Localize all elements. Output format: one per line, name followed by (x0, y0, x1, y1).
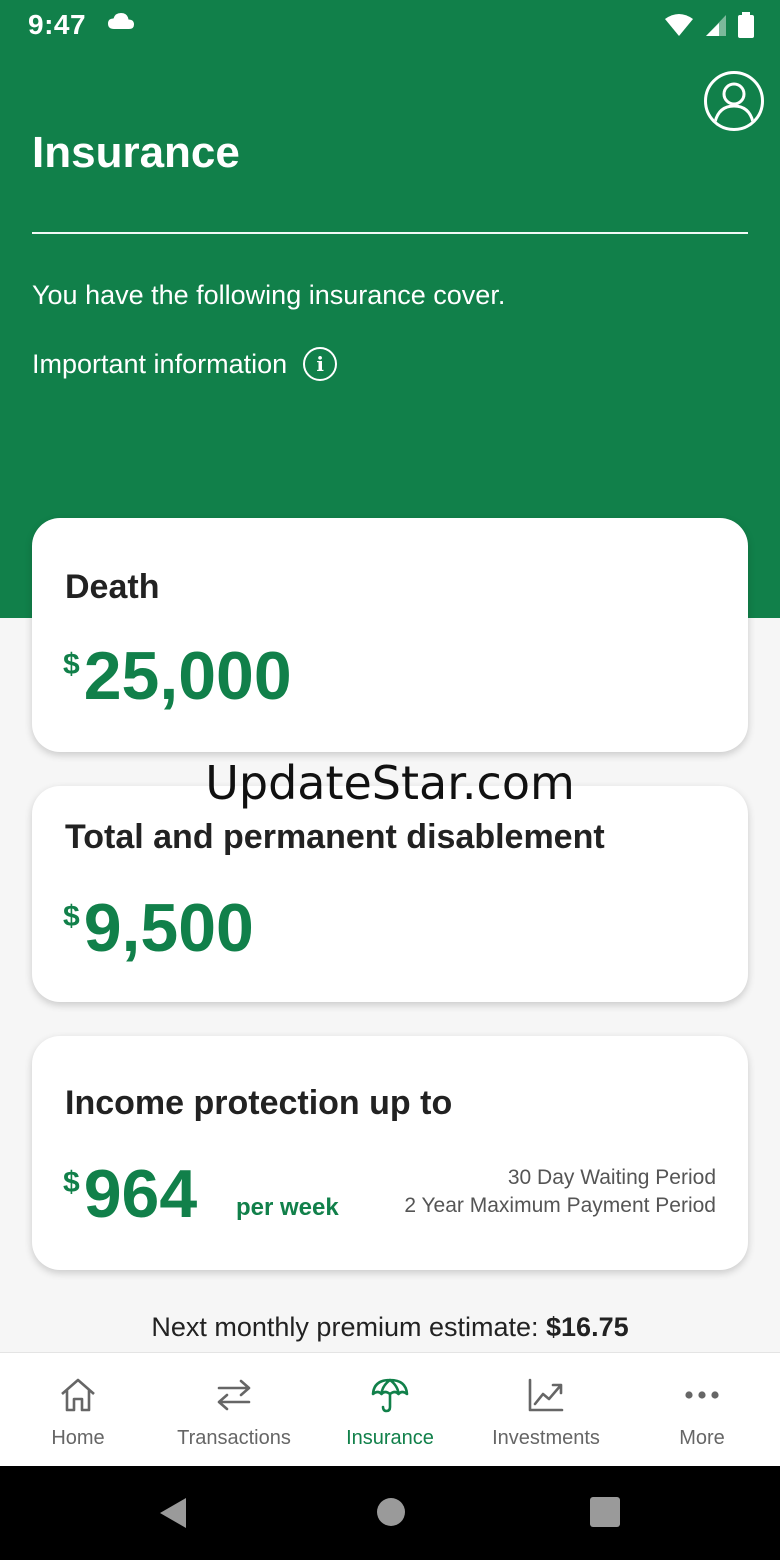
income-protection-card[interactable]: Income protection up to $ 964 per week 3… (32, 1036, 748, 1270)
tpd-cover-card[interactable]: Total and permanent disablement $ 9,500 (32, 786, 748, 1002)
premium-value: $16.75 (546, 1312, 629, 1342)
battery-icon (738, 12, 754, 43)
info-icon: i (303, 347, 338, 381)
important-information-label: Important information (32, 348, 288, 379)
cloud-icon (106, 11, 136, 36)
maximum-payment-period: 2 Year Maximum Payment Period (404, 1194, 716, 1217)
currency-symbol: $ (63, 1166, 80, 1199)
system-home-icon[interactable] (376, 1497, 406, 1527)
umbrella-icon (370, 1375, 410, 1415)
nav-label: Insurance (346, 1427, 434, 1449)
nav-label: Home (51, 1427, 105, 1449)
nav-item-more[interactable]: More (624, 1353, 780, 1467)
amount-value: 9,500 (83, 890, 254, 966)
status-bar: 9:47 (0, 0, 780, 50)
death-cover-title: Death (65, 568, 160, 606)
death-cover-card[interactable]: Death $ 25,000 (32, 518, 748, 752)
premium-estimate: Next monthly premium estimate: $16.75 (0, 1312, 780, 1343)
cellular-signal-icon (704, 13, 728, 42)
income-protection-amount: $ 964 (63, 1160, 197, 1228)
per-week-label: per week (236, 1194, 339, 1221)
user-icon (713, 82, 755, 123)
important-information-link[interactable]: Important information i (32, 347, 338, 381)
nav-label: Investments (492, 1427, 600, 1449)
nav-label: Transactions (177, 1427, 291, 1449)
nav-item-insurance[interactable]: Insurance (312, 1353, 468, 1467)
more-dots-icon (682, 1375, 722, 1415)
tpd-cover-title: Total and permanent disablement (65, 818, 605, 856)
premium-label: Next monthly premium estimate: (151, 1312, 539, 1342)
page-title: Insurance (32, 128, 240, 177)
bottom-navigation: Home Transactions Insurance Investments … (0, 1352, 780, 1466)
nav-item-home[interactable]: Home (0, 1353, 156, 1467)
status-time: 9:47 (28, 9, 87, 40)
income-protection-title: Income protection up to (65, 1084, 453, 1122)
page-subtitle: You have the following insurance cover. (32, 280, 506, 310)
currency-symbol: $ (63, 648, 80, 681)
amount-value: 964 (83, 1156, 198, 1232)
home-icon (58, 1375, 98, 1415)
line-chart-icon (526, 1375, 566, 1415)
profile-button[interactable] (704, 71, 764, 131)
income-protection-details: 30 Day Waiting Period 2 Year Maximum Pay… (404, 1164, 716, 1220)
watermark: UpdateStar.com (205, 756, 575, 810)
recents-icon[interactable] (590, 1497, 620, 1527)
wifi-icon (664, 13, 694, 42)
currency-symbol: $ (63, 900, 80, 933)
death-cover-amount: $ 25,000 (63, 642, 292, 710)
nav-item-transactions[interactable]: Transactions (156, 1353, 312, 1467)
nav-item-investments[interactable]: Investments (468, 1353, 624, 1467)
transfer-arrows-icon (214, 1375, 254, 1415)
nav-label: More (679, 1427, 725, 1449)
amount-value: 25,000 (83, 638, 292, 714)
back-icon[interactable] (158, 1496, 188, 1535)
waiting-period: 30 Day Waiting Period (507, 1166, 716, 1189)
tpd-cover-amount: $ 9,500 (63, 894, 254, 962)
title-divider (32, 232, 748, 234)
